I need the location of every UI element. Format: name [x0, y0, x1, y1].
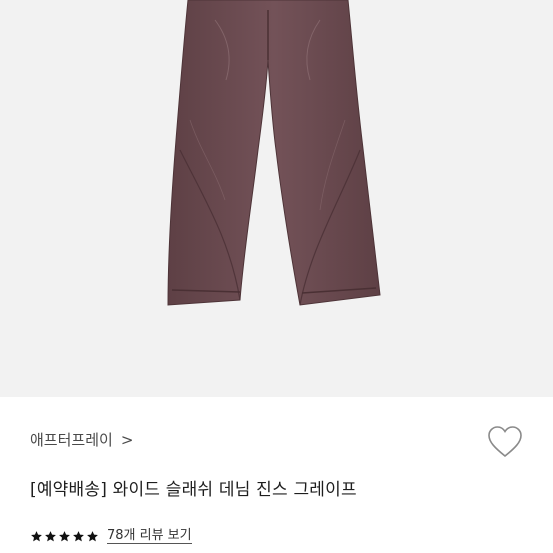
star-icon: [87, 530, 98, 541]
pants-shape: [167, 0, 381, 306]
star-icon: [31, 530, 42, 541]
product-image[interactable]: [0, 0, 553, 397]
star-icon: [59, 530, 70, 541]
product-title: [예약배송] 와이드 슬래쉬 데님 진스 그레이프: [30, 480, 357, 500]
product-info: 애프터프레이 > [예약배송] 와이드 슬래쉬 데님 진스 그레이프 78개 리…: [0, 397, 553, 553]
star-icon: [45, 530, 56, 541]
chevron-right-icon: >: [120, 430, 134, 449]
heart-outline-icon[interactable]: [487, 425, 523, 459]
review-count-link[interactable]: 78개 리뷰 보기: [107, 528, 192, 544]
rating-stars: [30, 530, 99, 543]
rating-row: 78개 리뷰 보기: [30, 528, 192, 544]
star-icon: [73, 530, 84, 541]
pants-illustration: [167, 0, 381, 306]
brand-link[interactable]: 애프터프레이 >: [30, 429, 133, 450]
brand-name: 애프터프레이: [30, 431, 113, 449]
